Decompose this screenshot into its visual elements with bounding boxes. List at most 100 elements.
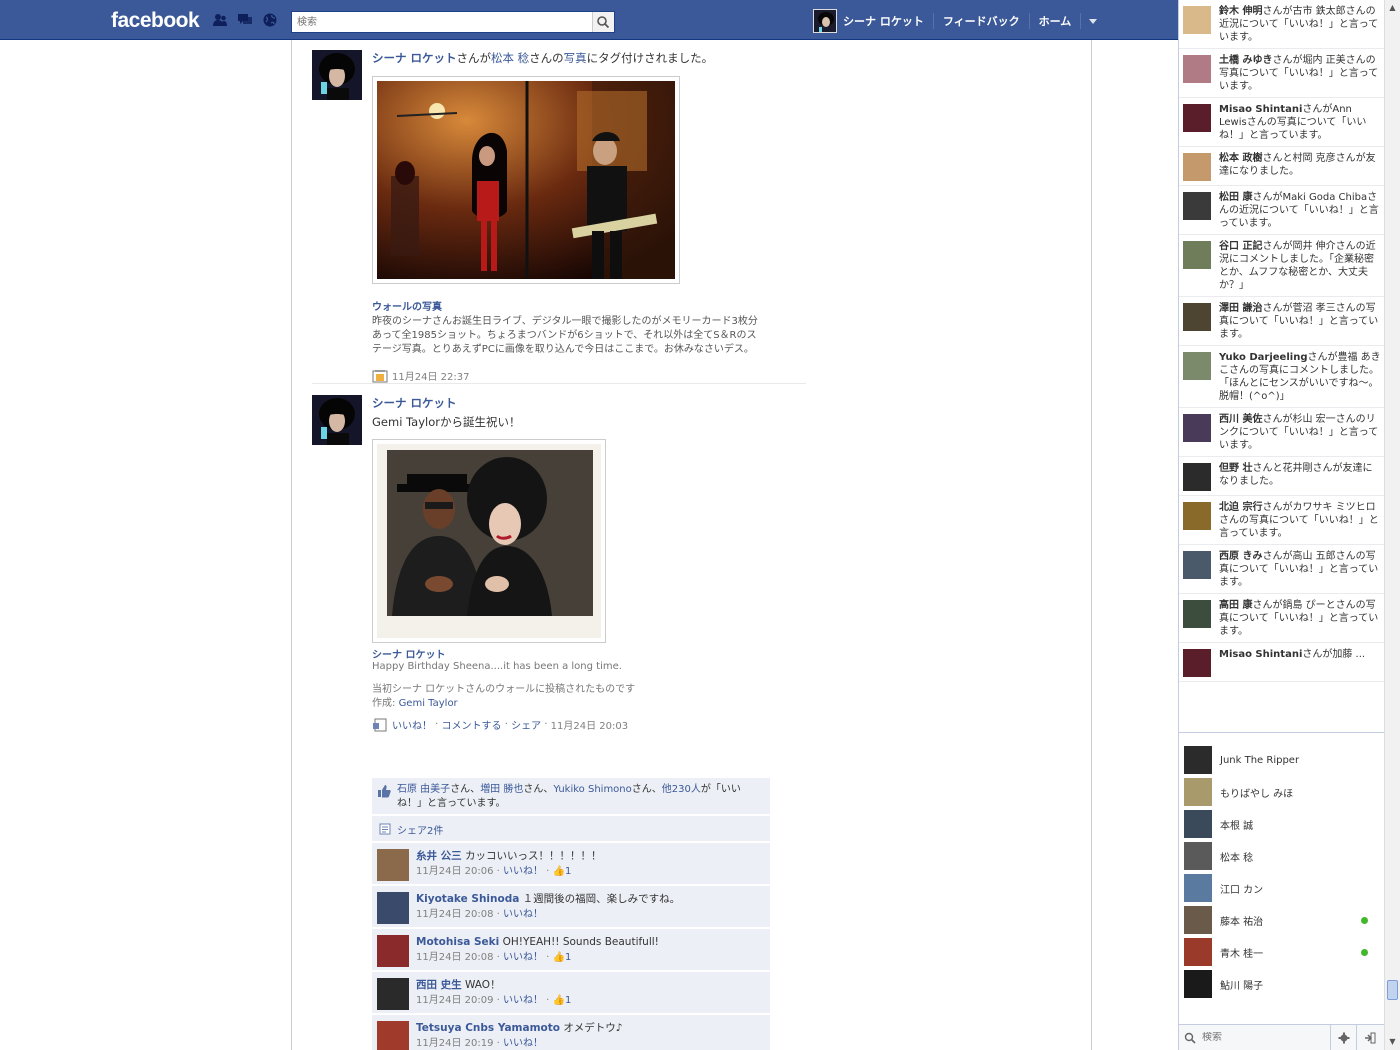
comment-time[interactable]: 11月24日 20:08 (416, 952, 493, 963)
author-link[interactable]: Gemi Taylor (399, 698, 458, 709)
search-button[interactable] (592, 12, 614, 32)
chat-search-input[interactable] (1200, 1032, 1330, 1043)
ticker-item[interactable]: Misao ShintaniさんがAnn Lewisさんの写真について「いいね！… (1179, 98, 1385, 147)
story-profile-picture[interactable] (312, 50, 362, 100)
ticker-avatar[interactable] (1183, 153, 1211, 181)
ticker-avatar[interactable] (1183, 463, 1211, 491)
chat-popout-button[interactable] (1356, 1025, 1382, 1050)
friend-requests-icon[interactable] (212, 13, 228, 27)
sidebar-scrollbar[interactable]: ▲ ▼ (1384, 0, 1400, 1050)
album-link[interactable]: ウォールの写真 (372, 298, 442, 313)
comment-time[interactable]: 11月24日 20:09 (416, 995, 493, 1006)
scrollbar-thumb[interactable] (1387, 980, 1398, 1000)
facebook-logo[interactable]: facebook (111, 9, 200, 33)
notifications-globe-icon[interactable] (262, 13, 278, 27)
ticker-avatar[interactable] (1183, 600, 1211, 628)
comment-like-link[interactable]: いいね！ (503, 909, 543, 920)
story-timestamp[interactable]: 11月24日 20:03 (551, 717, 628, 732)
ticker-actor[interactable]: 北迫 宗行 (1219, 502, 1262, 513)
ticker-avatar[interactable] (1183, 192, 1211, 220)
commenter-avatar[interactable] (377, 1021, 409, 1050)
like-link[interactable]: いいね！ (392, 717, 432, 732)
comment-like-count[interactable]: 👍1 (553, 995, 572, 1006)
ticker-avatar[interactable] (1183, 6, 1211, 34)
messages-icon[interactable] (237, 13, 253, 27)
ticker-item[interactable]: Misao Shintaniさんが加藤 ... (1179, 643, 1385, 682)
ticker-item[interactable]: 但野 壮さんと花井剛さんが友達になりました。 (1179, 457, 1385, 496)
chat-friend[interactable]: 藤本 祐治 (1179, 904, 1385, 936)
comment-time[interactable]: 11月24日 20:06 (416, 866, 493, 877)
ticker-avatar[interactable] (1183, 551, 1211, 579)
commenter-avatar[interactable] (377, 892, 409, 924)
ticker-actor[interactable]: 松本 政樹 (1219, 153, 1262, 164)
commenter-name[interactable]: Motohisa Seki (416, 936, 499, 948)
ticker-avatar[interactable] (1183, 352, 1211, 380)
ticker-actor[interactable]: 土橋 みゆき (1219, 55, 1272, 66)
ticker-actor[interactable]: 但野 壮 (1219, 463, 1252, 474)
ticker-actor[interactable]: Yuko Darjeeling (1219, 352, 1307, 363)
ticker-actor[interactable]: 澤田 謙治 (1219, 303, 1262, 314)
ticker-actor[interactable]: 西川 美佐 (1219, 414, 1262, 425)
share-link[interactable]: シェア (511, 717, 541, 732)
ticker-avatar[interactable] (1183, 502, 1211, 530)
ticker-item[interactable]: 西川 美佐さんが杉山 宏一さんのリンクについて「いいね！」と言っています。 (1179, 408, 1385, 457)
scroll-down-icon[interactable]: ▼ (1385, 1034, 1400, 1050)
ticker-actor[interactable]: 鈴木 伸明 (1219, 6, 1262, 17)
actor-link[interactable]: シーナ ロケット (372, 395, 806, 411)
comment-like-count[interactable]: 👍1 (553, 866, 572, 877)
commenter-name[interactable]: 西田 史生 (416, 979, 462, 991)
ticker-actor[interactable]: 高田 康 (1219, 600, 1252, 611)
ticker-actor[interactable]: Misao Shintani (1219, 104, 1302, 115)
comment-like-link[interactable]: いいね！ (503, 866, 543, 877)
liker-link[interactable]: 増田 勝也 (480, 784, 523, 795)
search-input[interactable] (292, 12, 582, 32)
liker-link[interactable]: 石原 由美子 (397, 784, 450, 795)
search-bar[interactable] (291, 11, 615, 33)
commenter-name[interactable]: Tetsuya Cnbs Yamamoto (416, 1022, 560, 1034)
profile-link[interactable]: シーナ ロケット (843, 13, 934, 29)
shares-link[interactable]: シェア2件 (397, 822, 443, 837)
comment-like-link[interactable]: いいね！ (503, 952, 543, 963)
posted-photo[interactable] (372, 439, 606, 643)
ticker-item[interactable]: Yuko Darjeelingさんが豊福 あきこさんの写真にコメントしました。「… (1179, 346, 1385, 408)
ticker-item[interactable]: 北迫 宗行さんがカワサキ ミツヒロさんの写真について「いいね！」と言っています。 (1179, 496, 1385, 545)
ticker-avatar[interactable] (1183, 241, 1211, 269)
chat-friend[interactable]: 青木 桂一 (1179, 936, 1385, 968)
user-avatar[interactable] (813, 9, 837, 33)
tagged-by-link[interactable]: 松本 稔 (491, 51, 529, 65)
comment-like-link[interactable]: いいね！ (503, 1038, 543, 1049)
comment-time[interactable]: 11月24日 20:19 (416, 1038, 493, 1049)
ticker-avatar[interactable] (1183, 414, 1211, 442)
account-menu-chevron-icon[interactable] (1089, 18, 1098, 24)
ticker-item[interactable]: 松田 康さんがMaki Goda Chibaさんの近況について「いいね！」と言っ… (1179, 186, 1385, 235)
ticker-item[interactable]: 澤田 謙治さんが菅沼 孝三さんの写真について「いいね！」と言っています。 (1179, 297, 1385, 346)
commenter-name[interactable]: 糸井 公三 (416, 850, 462, 862)
other-likers-link[interactable]: 他230人 (662, 784, 701, 795)
comment-like-count[interactable]: 👍1 (553, 952, 572, 963)
ticker-avatar[interactable] (1183, 303, 1211, 331)
tagged-photo[interactable] (372, 76, 680, 284)
chat-friend[interactable]: 本根 誠 (1179, 808, 1385, 840)
chat-friend[interactable]: 江口 カン (1179, 872, 1385, 904)
chat-friend[interactable]: 鮎川 陽子 (1179, 968, 1385, 1000)
ticker-actor[interactable]: 西原 きみ (1219, 551, 1262, 562)
comment-time[interactable]: 11月24日 20:08 (416, 909, 493, 920)
album-link[interactable]: シーナ ロケット (372, 646, 445, 661)
comment-link[interactable]: コメントする (442, 717, 502, 732)
ticker-item[interactable]: 谷口 正記さんが岡井 伸介さんの近況にコメントしました。「企業秘密とか、ムフフな… (1179, 235, 1385, 297)
photo-link[interactable]: 写真 (564, 51, 587, 65)
chat-friend[interactable]: Junk The Ripper (1179, 744, 1385, 776)
ticker-actor[interactable]: 松田 康 (1219, 192, 1252, 203)
ticker-item[interactable]: 土橋 みゆきさんが堀内 正美さんの写真について「いいね！」と言っています。 (1179, 49, 1385, 98)
commenter-avatar[interactable] (377, 978, 409, 1010)
chat-friend[interactable]: もりばやし みほ (1179, 776, 1385, 808)
chat-friend[interactable]: 松本 稔 (1179, 840, 1385, 872)
ticker-item[interactable]: 松本 政樹さんと村岡 克彦さんが友達になりました。 (1179, 147, 1385, 186)
commenter-avatar[interactable] (377, 935, 409, 967)
chat-options-button[interactable] (1330, 1025, 1356, 1050)
liker-link[interactable]: Yukiko Shimono (553, 784, 631, 795)
ticker-item[interactable]: 西原 きみさんが高山 五郎さんの写真について「いいね！」と言っています。 (1179, 545, 1385, 594)
ticker-item[interactable]: 高田 康さんが鍋島 ぴーとさんの写真について「いいね！」と言っています。 (1179, 594, 1385, 643)
ticker-avatar[interactable] (1183, 55, 1211, 83)
home-link[interactable]: ホーム (1030, 13, 1082, 29)
